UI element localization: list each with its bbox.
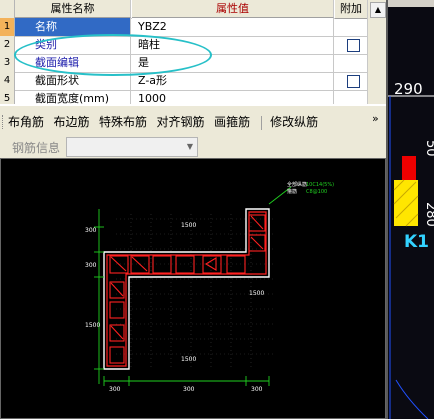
row-index: 5 — [0, 90, 15, 104]
dim-top-right: 1500 — [181, 222, 196, 229]
dim-left-top: 300 — [85, 227, 97, 234]
cad-label-290: 290 — [394, 80, 423, 98]
align-rebar-button[interactable]: 对齐钢筋 — [155, 113, 207, 131]
section-drawing-canvas[interactable]: 1500 1500 1500 300 300 1500 300 300 300 … — [0, 158, 386, 419]
inner-stirrups — [109, 214, 266, 364]
header-add[interactable]: 附加 — [335, 0, 367, 19]
property-value-input[interactable]: 1000 — [132, 90, 334, 104]
add-cell — [335, 54, 367, 72]
property-name[interactable]: 截面宽度(mm) — [15, 90, 131, 104]
toolbar-more-icon[interactable]: » — [372, 112, 379, 125]
add-cell — [335, 90, 367, 104]
highlight-oval — [14, 34, 212, 76]
add-checkbox[interactable] — [347, 39, 360, 52]
dim-bottom: 1500 — [181, 356, 196, 363]
annotation-label-1: 全部纵筋 — [287, 181, 307, 188]
annotation-label-2: 箍筋 — [287, 188, 297, 195]
scroll-up-icon[interactable]: ▲ — [370, 2, 386, 18]
row-index: 4 — [0, 72, 15, 90]
main-cad-view[interactable]: 290 50 280 K1 — [386, 0, 434, 419]
dim-left-mid: 300 — [85, 262, 97, 269]
dim-mid-right: 1500 — [249, 290, 264, 297]
special-rebar-button[interactable]: 特殊布筋 — [97, 113, 149, 131]
section-drawing: 1500 1500 1500 300 300 1500 300 300 300 … — [85, 181, 334, 393]
grid-scrollbar[interactable]: ▲ — [367, 0, 386, 104]
cad-vertical-label-a: 50 — [423, 140, 434, 157]
rebar-info-combo[interactable]: ▼ — [66, 137, 198, 157]
draw-stirrup-button[interactable]: 画箍筋 — [212, 113, 252, 131]
grid-row-4[interactable]: 4 截面形状 Z-a形 — [0, 72, 367, 91]
row-index: 1 — [0, 18, 15, 36]
header-name[interactable]: 属性名称 — [15, 0, 131, 18]
dim-bottom-c: 300 — [251, 386, 263, 393]
dim-bottom-b: 300 — [183, 386, 195, 393]
add-checkbox[interactable] — [347, 75, 360, 88]
cad-vertical-label-b: 280 — [423, 202, 434, 227]
property-value-input[interactable]: Z-a形 — [132, 72, 334, 90]
row-index: 3 — [0, 54, 15, 72]
rebar-annotation: 全部纵筋 箍筋 10C14(5%) C8@100 — [287, 181, 334, 195]
dim-bottom-a: 300 — [109, 386, 121, 393]
property-value-input[interactable]: YBZ2 — [132, 18, 334, 36]
row-index: 2 — [0, 36, 15, 54]
header-value[interactable]: 属性值 — [132, 0, 334, 18]
add-cell — [335, 36, 367, 54]
corner-rebar-button[interactable]: 布角筋 — [6, 113, 46, 131]
add-cell — [335, 72, 367, 90]
grid-corner — [0, 0, 15, 19]
dimension-labels: 1500 1500 1500 300 300 1500 300 300 300 — [85, 222, 264, 393]
toolbar-separator — [260, 116, 262, 130]
rebar-info-label: 钢筋信息 — [12, 141, 61, 155]
chevron-down-icon[interactable]: ▼ — [183, 138, 197, 156]
edge-rebar-button[interactable]: 布边筋 — [52, 113, 92, 131]
add-cell — [335, 18, 367, 36]
annotation-value-1: 10C14(5%) — [306, 182, 334, 188]
grid-header-row: 属性名称 属性值 附加 — [0, 0, 367, 19]
grid-row-5[interactable]: 5 截面宽度(mm) 1000 — [0, 90, 367, 104]
cad-label-k1: K1 — [404, 232, 430, 252]
grid-row-1[interactable]: 1 名称 YBZ2 — [0, 18, 367, 37]
dim-left-lower: 1500 — [85, 322, 100, 329]
annotation-value-2: C8@100 — [306, 189, 327, 195]
toolbar-buttons: 布角筋 布边筋 特殊布筋 对齐钢筋 画箍筋 修改纵筋 — [6, 113, 322, 131]
section-outline — [103, 208, 270, 370]
modify-long-rebar-button[interactable]: 修改纵筋 — [268, 113, 320, 131]
property-grid: 属性名称 属性值 附加 1 名称 YBZ2 2 类别 暗柱 3 截面编辑 是 4… — [0, 0, 386, 104]
